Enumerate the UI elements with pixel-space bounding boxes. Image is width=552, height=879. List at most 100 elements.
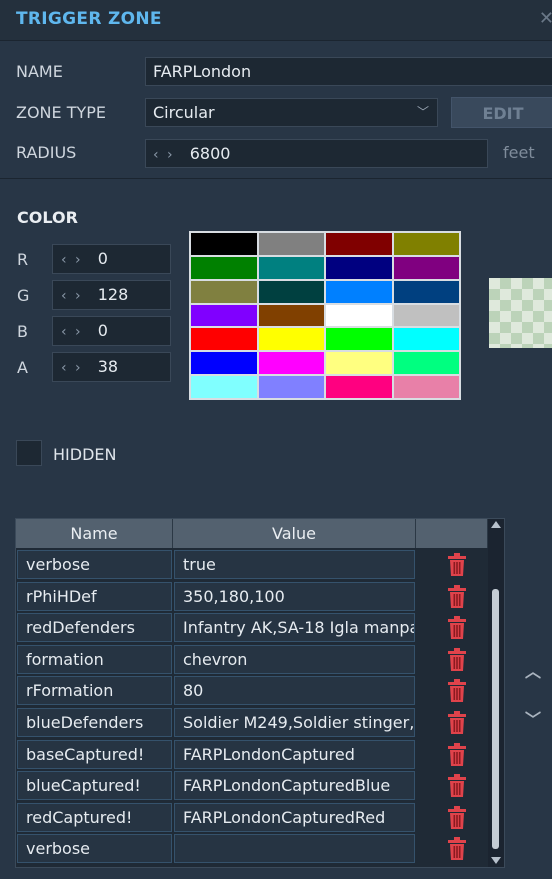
scroll-thumb[interactable] xyxy=(492,589,499,849)
spinner-arrows-icon[interactable]: ‹ › xyxy=(61,324,83,340)
spinner-arrows-icon[interactable]: ‹ › xyxy=(61,288,83,304)
cell-value[interactable]: chevron xyxy=(174,644,415,674)
trash-icon[interactable] xyxy=(447,616,467,640)
column-header-value[interactable]: Value xyxy=(173,519,416,548)
color-swatch[interactable] xyxy=(258,233,324,255)
chevron-down-icon[interactable]: ﹀ xyxy=(525,706,541,730)
color-swatch[interactable] xyxy=(191,304,257,327)
column-header-name[interactable]: Name xyxy=(16,519,173,548)
trash-icon[interactable] xyxy=(447,584,467,609)
color-swatch[interactable] xyxy=(326,352,392,375)
trash-icon[interactable] xyxy=(447,679,467,703)
cell-name[interactable]: blueDefenders xyxy=(17,708,172,737)
cell-name[interactable]: rPhiHDef xyxy=(17,581,172,611)
trash-icon[interactable] xyxy=(447,774,467,798)
cell-name[interactable]: formation xyxy=(17,644,172,674)
g-value: 128 xyxy=(97,285,129,304)
color-swatch[interactable] xyxy=(191,376,257,398)
cell-value[interactable]: 80 xyxy=(174,676,415,706)
color-swatch[interactable] xyxy=(393,304,459,327)
cell-name[interactable]: verbose xyxy=(17,550,172,579)
color-swatch[interactable] xyxy=(326,256,392,279)
color-swatch[interactable] xyxy=(258,256,324,279)
color-swatch[interactable] xyxy=(393,328,459,351)
color-swatch[interactable] xyxy=(191,352,257,375)
cell-name[interactable]: redCaptured! xyxy=(17,802,172,832)
close-icon[interactable]: ✕ xyxy=(539,8,552,29)
trash-icon[interactable] xyxy=(447,837,467,861)
column-header-actions xyxy=(416,519,488,548)
r-value: 0 xyxy=(97,249,108,268)
window-title: TRIGGER ZONE xyxy=(16,9,162,29)
cell-value[interactable]: true xyxy=(174,550,415,579)
color-swatch[interactable] xyxy=(258,304,324,327)
cell-value[interactable]: Soldier M249,Soldier stinger, xyxy=(174,708,415,737)
cell-value[interactable]: FARPLondonCapturedBlue xyxy=(174,771,415,801)
hidden-label: HIDDEN xyxy=(53,445,117,464)
zone-type-select[interactable]: Circular ﹀ xyxy=(145,98,438,127)
color-swatch[interactable] xyxy=(191,256,257,279)
color-swatch[interactable] xyxy=(326,304,392,327)
color-swatch[interactable] xyxy=(191,328,257,351)
color-palette xyxy=(189,231,461,400)
trash-icon[interactable] xyxy=(447,742,467,767)
g-spinner[interactable]: ‹ › 128 xyxy=(52,280,171,310)
cell-value[interactable]: Infantry AK,SA-18 Igla manpad xyxy=(174,613,415,643)
color-swatch[interactable] xyxy=(326,233,392,255)
table-row: rFormation 80 xyxy=(16,675,488,707)
table-scrollbar[interactable] xyxy=(488,519,504,867)
color-swatch[interactable] xyxy=(326,376,392,398)
radius-unit: feet xyxy=(503,143,535,162)
trash-icon[interactable] xyxy=(447,711,467,735)
scroll-down-icon[interactable] xyxy=(491,857,501,864)
cell-value[interactable]: FARPLondonCapturedRed xyxy=(174,802,415,832)
spinner-arrows-icon[interactable]: ‹ › xyxy=(61,252,83,268)
color-heading: COLOR xyxy=(17,208,78,227)
properties-table: Name Value verbose true rPhiHDef 350,180,10… xyxy=(15,518,505,868)
cell-value[interactable]: 350,180,100 xyxy=(174,581,415,611)
name-label: NAME xyxy=(16,62,63,81)
cell-value[interactable]: FARPLondonCaptured xyxy=(174,739,415,769)
color-swatch[interactable] xyxy=(393,256,459,279)
radius-value: 6800 xyxy=(189,144,231,163)
cell-name[interactable]: rFormation xyxy=(17,676,172,706)
cell-name[interactable]: baseCaptured! xyxy=(17,739,172,769)
trash-icon[interactable] xyxy=(447,553,467,577)
name-input[interactable]: FARPLondon xyxy=(145,57,552,86)
name-value: FARPLondon xyxy=(153,62,252,81)
a-label: A xyxy=(17,358,28,377)
chevron-up-icon[interactable]: ︿ xyxy=(525,658,541,682)
spinner-arrows-icon[interactable]: ‹ › xyxy=(153,147,175,163)
a-spinner[interactable]: ‹ › 38 xyxy=(52,352,171,382)
b-spinner[interactable]: ‹ › 0 xyxy=(52,316,171,346)
color-swatch[interactable] xyxy=(393,376,459,398)
trash-icon[interactable] xyxy=(447,647,467,672)
radius-spinner[interactable]: ‹ › 6800 xyxy=(145,139,488,168)
r-spinner[interactable]: ‹ › 0 xyxy=(52,244,171,274)
color-swatch[interactable] xyxy=(258,280,324,303)
color-preview xyxy=(489,278,552,348)
color-swatch[interactable] xyxy=(326,328,392,351)
color-swatch[interactable] xyxy=(258,328,324,351)
zone-type-label: ZONE TYPE xyxy=(16,103,107,122)
color-swatch[interactable] xyxy=(258,376,324,398)
table-row: formation chevron xyxy=(16,644,488,676)
edit-button[interactable]: EDIT xyxy=(451,97,552,128)
spinner-arrows-icon[interactable]: ‹ › xyxy=(61,360,83,376)
hidden-checkbox[interactable] xyxy=(16,440,42,466)
cell-name[interactable]: blueCaptured! xyxy=(17,771,172,801)
trash-icon[interactable] xyxy=(447,805,467,830)
scroll-up-icon[interactable] xyxy=(491,521,501,528)
color-swatch[interactable] xyxy=(326,280,392,303)
color-swatch[interactable] xyxy=(393,352,459,375)
cell-name[interactable]: verbose xyxy=(17,834,172,864)
color-swatch[interactable] xyxy=(393,233,459,255)
color-swatch[interactable] xyxy=(393,280,459,303)
r-label: R xyxy=(17,250,29,269)
table-row: redCaptured! FARPLondonCapturedRed xyxy=(16,802,488,834)
color-swatch[interactable] xyxy=(258,352,324,375)
cell-value[interactable] xyxy=(174,834,415,864)
cell-name[interactable]: redDefenders xyxy=(17,613,172,643)
color-swatch[interactable] xyxy=(191,233,257,255)
color-swatch[interactable] xyxy=(191,280,257,303)
